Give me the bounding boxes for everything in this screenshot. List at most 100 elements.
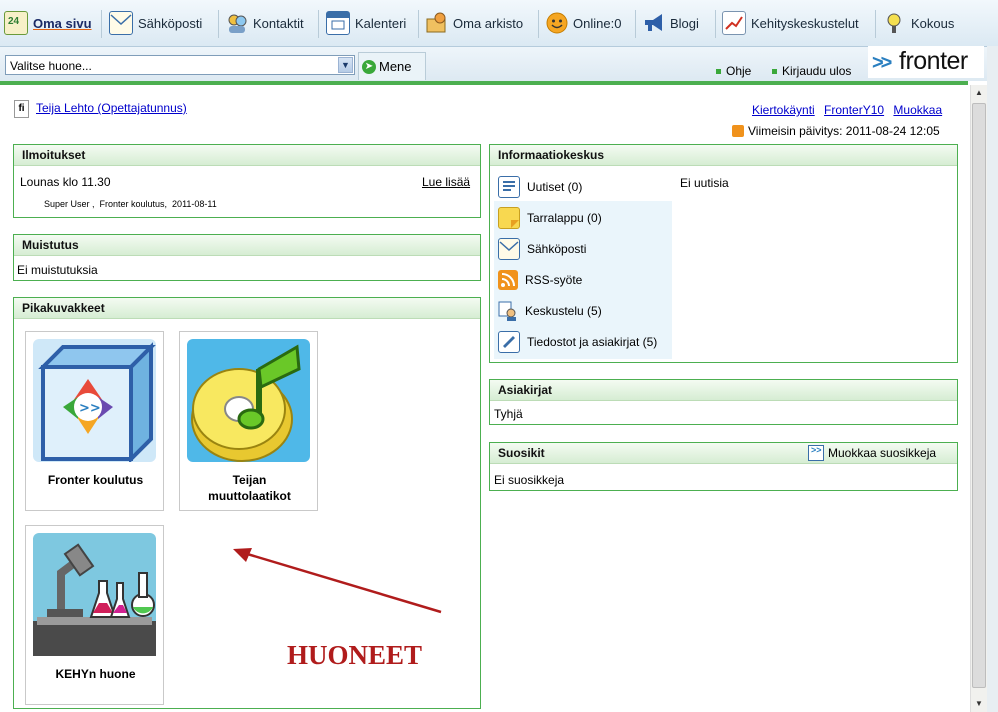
svg-text:>>: >> — [79, 401, 101, 416]
rss-icon — [498, 270, 518, 290]
documents-panel: Asiakirjat Tyhjä — [489, 379, 958, 425]
nav-online[interactable]: Online:0 — [546, 9, 621, 37]
info-item-label: Tiedostot ja asiakirjat (5) — [527, 335, 658, 349]
nav-oma-arkisto[interactable]: Oma arkisto — [426, 9, 523, 37]
last-update-text: Viimeisin päivitys: 2011-08-24 12:05 — [748, 124, 940, 138]
shortcut-kehyn-huone[interactable]: KEHYn huone — [25, 525, 164, 705]
info-item-tarralappu[interactable]: Tarralappu (0) — [498, 206, 670, 230]
panel-title: Informaatiokeskus — [490, 145, 957, 166]
reminder-panel: Muistutus Ei muistutuksia — [13, 234, 481, 281]
nav-divider — [101, 10, 102, 38]
info-item-sahkoposti[interactable]: Sähköposti — [498, 237, 670, 261]
info-item-rss[interactable]: RSS-syöte — [498, 268, 670, 292]
window-edge — [987, 46, 998, 712]
smiley-icon — [546, 12, 568, 34]
annotation-arrow — [233, 548, 442, 614]
announcements-panel: Ilmoitukset Lounas klo 11.30 Lue lisää S… — [13, 144, 481, 218]
help-link-label: Ohje — [726, 64, 752, 78]
language-indicator[interactable]: fi — [14, 100, 29, 118]
nav-kontaktit[interactable]: Kontaktit — [226, 9, 304, 37]
fronter-box-icon: >> — [33, 339, 156, 464]
nav-divider — [218, 10, 219, 38]
info-item-label: Sähköposti — [527, 242, 587, 256]
nav-divider — [715, 10, 716, 38]
sticky-note-icon — [498, 207, 520, 229]
header-links: Kiertokäynti FronterY10 Muokkaa — [752, 103, 948, 117]
info-item-label: RSS-syöte — [525, 273, 583, 287]
info-item-tiedostot[interactable]: Tiedostot ja asiakirjat (5) — [498, 330, 670, 354]
nav-divider — [418, 10, 419, 38]
go-button-label: Mene — [379, 59, 412, 74]
info-item-label: Uutiset (0) — [527, 180, 583, 194]
nav-label: Oma arkisto — [453, 15, 524, 31]
room-select-value: Valitse huone... — [10, 59, 92, 73]
nav-label: Sähköposti — [138, 15, 203, 31]
nav-label: Kokous — [911, 15, 955, 31]
favorites-body: Ei suosikkeja — [494, 473, 565, 487]
nav-label: Kalenteri — [355, 15, 407, 31]
info-item-uutiset[interactable]: Uutiset (0) — [498, 175, 670, 199]
music-cd-icon — [187, 339, 310, 462]
rss-icon — [732, 125, 744, 137]
logo-arrows: >> — [872, 52, 892, 74]
logout-link-label: Kirjaudu ulos — [782, 64, 852, 78]
room-select[interactable]: Valitse huone... ▼ — [5, 55, 355, 75]
scroll-down-arrow-icon[interactable]: ▼ — [971, 696, 987, 712]
chevron-down-icon[interactable]: ▼ — [338, 57, 353, 73]
documents-body: Tyhjä — [494, 407, 523, 421]
calendar-icon — [326, 11, 350, 35]
shortcut-label: Fronter koulutus — [47, 473, 144, 487]
go-button[interactable]: ➤ Mene — [358, 52, 426, 80]
announcement-meta: Super User , Fronter koulutus, 2011-08-1… — [44, 199, 217, 209]
info-item-keskustelu[interactable]: Keskustelu (5) — [498, 299, 670, 323]
lab-microscope-icon — [33, 533, 156, 656]
shortcut-fronter-koulutus[interactable]: >> Fronter koulutus — [25, 331, 164, 511]
info-item-label: Keskustelu (5) — [525, 304, 602, 318]
shortcut-label: KEHYn huone — [55, 667, 136, 681]
logo-word: fronter — [899, 47, 968, 75]
panel-title: Muistutus — [14, 235, 480, 256]
discussion-icon — [498, 301, 518, 321]
nav-divider — [875, 10, 876, 38]
reminder-body: Ei muistutuksia — [17, 263, 98, 277]
tour-link[interactable]: Kiertokäynti — [752, 103, 815, 117]
nav-divider — [318, 10, 319, 38]
scroll-up-arrow-icon[interactable]: ▲ — [971, 85, 987, 101]
calendar-24-icon: 24 — [4, 11, 28, 35]
last-update: Viimeisin päivitys: 2011-08-24 12:05 — [732, 124, 940, 138]
top-navigation-bar: 24 Oma sivu Sähköposti Kontaktit Kalente… — [0, 0, 998, 47]
chart-icon — [722, 11, 746, 35]
edit-favorites-label: Muokkaa suosikkeja — [828, 446, 937, 460]
nav-divider — [538, 10, 539, 38]
nav-label: Kontaktit — [253, 15, 304, 31]
nav-kokous[interactable]: Kokous — [884, 9, 954, 37]
meeting-icon — [884, 12, 906, 34]
logout-link[interactable]: Kirjaudu ulos — [772, 64, 851, 78]
nav-sahkoposti[interactable]: Sähköposti — [109, 9, 202, 37]
megaphone-icon — [643, 12, 665, 34]
edit-favorites-icon: >> — [808, 445, 824, 461]
help-link[interactable]: Ohje — [716, 64, 751, 78]
divider — [0, 81, 968, 85]
edit-favorites-button[interactable]: >> Muokkaa suosikkeja — [808, 445, 936, 461]
announcement-title: Lounas klo 11.30 — [20, 175, 111, 189]
scroll-thumb[interactable] — [972, 103, 986, 688]
nav-kalenteri[interactable]: Kalenteri — [326, 9, 406, 37]
shortcut-teijan-muuttolaatikot[interactable]: Teijan muuttolaatikot — [179, 331, 318, 511]
fronter10-link[interactable]: FronterY10 — [824, 103, 884, 117]
edit-link[interactable]: Muokkaa — [893, 103, 942, 117]
nav-label: Oma sivu — [33, 15, 92, 31]
nav-blogi[interactable]: Blogi — [643, 9, 699, 37]
news-icon — [498, 176, 520, 198]
nav-kehityskeskustelut[interactable]: Kehityskeskustelut — [722, 9, 859, 37]
bullet-icon — [772, 68, 777, 74]
favorites-panel: Suosikit >> Muokkaa suosikkeja Ei suosik… — [489, 442, 958, 491]
user-name-link[interactable]: Teija Lehto (Opettajatunnus) — [36, 101, 187, 115]
annotation-label: HUONEET — [287, 640, 423, 670]
nav-oma-sivu[interactable]: 24 Oma sivu — [4, 9, 92, 37]
info-item-label: Tarralappu (0) — [527, 211, 602, 225]
documents-icon — [498, 331, 520, 353]
read-more-link[interactable]: Lue lisää — [422, 175, 470, 189]
vertical-scrollbar[interactable]: ▲ ▼ — [970, 85, 987, 712]
archive-icon — [426, 12, 448, 34]
